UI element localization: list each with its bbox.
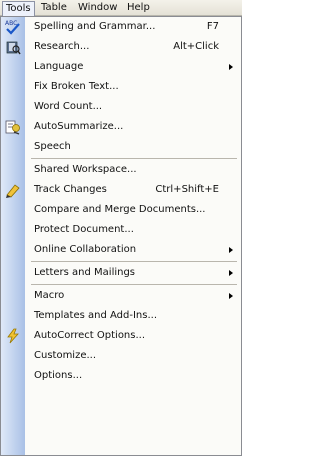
- menu-item-online-collaboration[interactable]: Online Collaboration: [1, 240, 241, 260]
- menu-item-label: Templates and Add-Ins...: [34, 310, 158, 321]
- menu-help[interactable]: Help: [124, 1, 153, 15]
- submenu-arrow-icon: [229, 270, 233, 276]
- menu-item-templates-and-add-ins[interactable]: Templates and Add-Ins...: [1, 306, 241, 326]
- track-changes-icon: [5, 182, 21, 198]
- menu-item-label: Word Count...: [34, 101, 103, 112]
- menu-item-shared-workspace[interactable]: Shared Workspace...: [1, 160, 241, 180]
- menu-table[interactable]: Table: [38, 1, 70, 15]
- menu-item-label: Spelling and Grammar...: [34, 21, 156, 32]
- menu-item-autosummarize[interactable]: AutoSummarize...: [1, 117, 241, 137]
- menu-item-word-count[interactable]: Word Count...: [1, 97, 241, 117]
- menu-item-research[interactable]: Research... Alt+Click: [1, 37, 241, 57]
- menu-item-shortcut: F7: [206, 21, 219, 32]
- svg-text:ABC: ABC: [5, 20, 17, 27]
- menu-item-label: Macro: [34, 290, 65, 301]
- menu-item-letters-and-mailings[interactable]: Letters and Mailings: [1, 263, 241, 283]
- menu-item-label: Customize...: [34, 350, 97, 361]
- spelling-check-icon: ABC: [5, 19, 21, 35]
- menu-item-label: AutoSummarize...: [34, 121, 124, 132]
- menu-item-label: Protect Document...: [34, 224, 134, 235]
- menu-separator: [31, 261, 237, 262]
- menu-separator: [31, 284, 237, 285]
- menu-item-customize[interactable]: Customize...: [1, 346, 241, 366]
- submenu-arrow-icon: [229, 293, 233, 299]
- menu-item-label: Options...: [34, 370, 83, 381]
- menu-item-spelling-and-grammar[interactable]: ABC Spelling and Grammar... F7: [1, 17, 241, 37]
- menu-bar: Tools Table Window Help: [0, 0, 242, 17]
- menu-item-label: Compare and Merge Documents...: [34, 204, 206, 215]
- submenu-arrow-icon: [229, 64, 233, 70]
- menu-item-label: Online Collaboration: [34, 244, 137, 255]
- menu-item-label: Speech: [34, 141, 71, 152]
- tools-dropdown-menu: ABC Spelling and Grammar... F7 Research... A…: [0, 16, 242, 456]
- menu-item-label: Language: [34, 61, 84, 72]
- menu-item-protect-document[interactable]: Protect Document...: [1, 220, 241, 240]
- menu-item-speech[interactable]: Speech: [1, 137, 241, 157]
- menu-tools[interactable]: Tools: [2, 1, 35, 17]
- menu-item-label: Shared Workspace...: [34, 164, 137, 175]
- menu-item-macro[interactable]: Macro: [1, 286, 241, 306]
- menu-item-shortcut: Alt+Click: [173, 41, 219, 52]
- lightning-icon: [5, 328, 21, 344]
- research-book-icon: [5, 39, 21, 55]
- menu-item-label: AutoCorrect Options...: [34, 330, 146, 341]
- menu-item-shortcut: Ctrl+Shift+E: [155, 184, 219, 195]
- menu-item-label: Letters and Mailings: [34, 267, 136, 278]
- menu-item-track-changes[interactable]: Track Changes Ctrl+Shift+E: [1, 180, 241, 200]
- menu-item-autocorrect-options[interactable]: AutoCorrect Options...: [1, 326, 241, 346]
- menu-item-label: Research...: [34, 41, 90, 52]
- submenu-arrow-icon: [229, 247, 233, 253]
- menu-separator: [31, 158, 237, 159]
- menu-window[interactable]: Window: [75, 1, 120, 15]
- menu-item-language[interactable]: Language: [1, 57, 241, 77]
- menu-item-label: Track Changes: [34, 184, 107, 195]
- menu-item-fix-broken-text[interactable]: Fix Broken Text...: [1, 77, 241, 97]
- menu-item-label: Fix Broken Text...: [34, 81, 119, 92]
- menu-item-compare-and-merge-documents[interactable]: Compare and Merge Documents...: [1, 200, 241, 220]
- menu-item-options[interactable]: Options...: [1, 366, 241, 386]
- autosummarize-icon: [5, 119, 21, 135]
